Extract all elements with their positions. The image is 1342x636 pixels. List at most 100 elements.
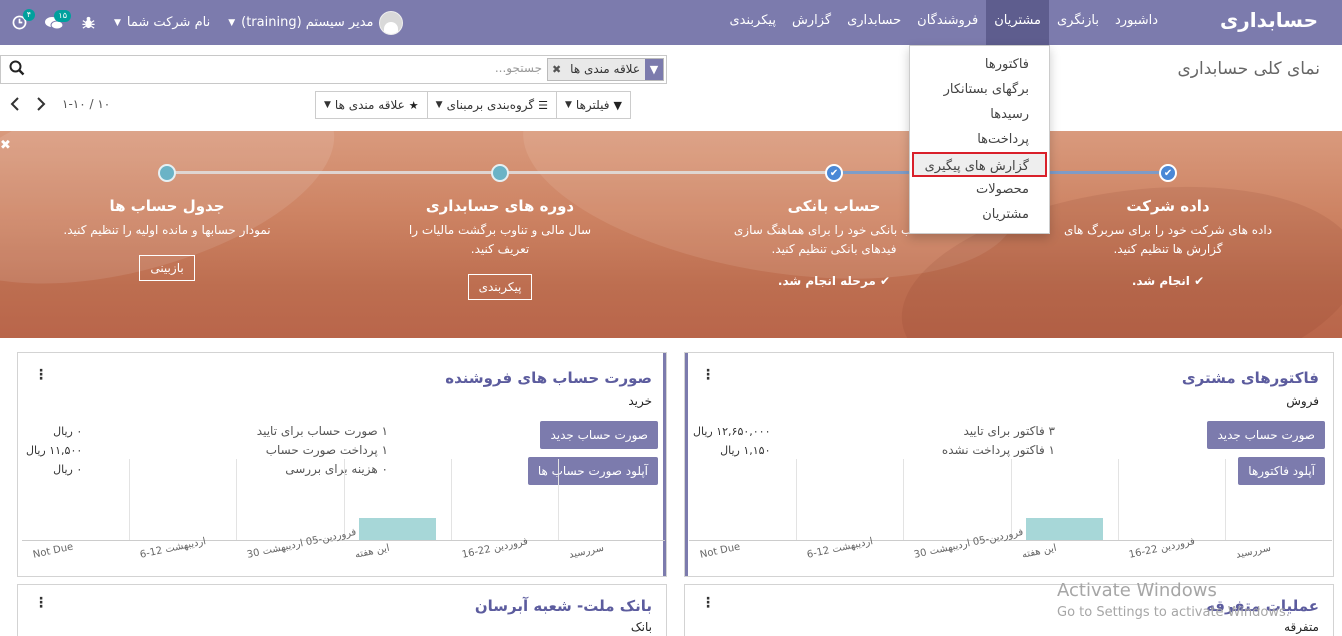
step-done-label: ✔ انجام شد. [1131,274,1205,288]
app-title[interactable]: حسابداری [1220,8,1318,32]
step-title: داده شرکت [1126,197,1210,215]
chart-gridline [558,459,559,540]
close-icon[interactable]: ✖ [0,138,11,153]
chart-bar[interactable] [1026,518,1103,540]
pager-value[interactable]: ۱-۱۰ / ۱۰ [62,97,110,111]
step-dot [158,164,176,182]
step-title: جدول حساب ها [109,197,225,215]
close-icon[interactable]: ✖ [548,59,565,80]
chart-tick-label: سررسید [568,542,605,561]
chart-tick-label: این هفته [354,542,391,561]
chart-tick-label: 16-22 فروردین [461,536,529,561]
step-description: نمودار حسابها و مانده اولیه را تنظیم کنی… [63,223,271,237]
kebab-menu-icon[interactable]: ⋮ [34,595,48,611]
chevron-down-icon: ▼ [228,17,236,28]
company-name: نام شرکت شما [126,15,211,30]
step-chart-of-accounts: جدول حساب ها نمودار حسابها و مانده اولیه… [62,197,272,281]
search-icon[interactable] [7,60,25,78]
card-stats: ۳ فاکتور برای تایید ۱ فاکتور پرداخت نشده [942,422,1055,460]
menu-reporting[interactable]: گزارش [784,0,839,45]
kebab-menu-icon[interactable]: ⋮ [701,367,715,383]
menu-configuration[interactable]: پیکربندی [722,0,784,45]
kebab-menu-icon[interactable]: ⋮ [701,595,715,611]
systray: مدیر سیستم (training) ▼ نام شرکت شما ▼ ۱… [12,0,404,45]
card-subtitle: خرید [628,394,652,408]
journal-card-customer-invoices: فاکتورهای مشتری فروش ⋮ صورت حساب جدید آپ… [684,352,1334,577]
prev-page-icon[interactable] [10,97,22,111]
dropdown-item-followup-reports[interactable]: گزارش های پیگیری [912,152,1047,177]
stat-link[interactable]: ۱ صورت حساب برای تایید [257,422,388,441]
chart-tick-label: 30 فروردین-05 اردیبهشت [913,526,1025,561]
dropdown-item-credit-notes[interactable]: برگهای بستانکار [910,77,1049,102]
groupby-label: گروه‌بندی برمبنای [446,98,535,112]
step-company-data: داده شرکت داده های شرکت خود را برای سربر… [1063,197,1273,288]
user-menu[interactable]: مدیر سیستم (training) ▼ [228,10,404,35]
journal-card-bank: بانک ملت- شعبه آبرسان بانک ⋮ [17,584,667,636]
chart-tick-label: Not Due [699,541,742,561]
dropdown-item-payments[interactable]: پرداخت‌ها [910,127,1049,152]
search-bar[interactable]: ▼ علاقه مندی ها ✖ جستجو... [0,55,667,84]
chart-tick-label: Not Due [32,541,75,561]
main-menu: داشبورد بازنگری مشتریان فروشندگان حسابدا… [722,0,1167,45]
dropdown-item-receipts[interactable]: رسیدها [910,102,1049,127]
avatar [379,10,404,35]
watermark-line2: Go to Settings to activate Windows. [1057,605,1290,620]
chevron-down-icon: ▼ [565,100,572,110]
groupby-button[interactable]: ☰ گروه‌بندی برمبنای ▼ [426,91,557,119]
chart-gridline [903,459,904,540]
amount-value: ۱۱,۵۰۰ ریال [26,444,83,457]
new-bill-button[interactable]: صورت حساب جدید [540,421,658,449]
search-options: ▼ فیلترها ▼ ☰ گروه‌بندی برمبنای ▼ ★ علاقه مند… [315,91,631,119]
favorites-label: علاقه مندی ها [334,98,405,112]
search-input[interactable]: جستجو... [495,61,542,75]
step-done-check-icon: ✔ [1159,164,1177,182]
chat-icon[interactable]: ۱۵ [45,9,71,30]
dropdown-item-customers[interactable]: مشتریان [910,202,1049,227]
chart-bar[interactable] [359,518,436,540]
journal-card-vendor-bills: صورت حساب های فروشنده خرید ⋮ صورت حساب ج… [17,352,667,577]
messages-badge: ۱۵ [54,9,71,22]
windows-activation-watermark: Activate Windows Go to Settings to activ… [1057,580,1290,620]
progress-track [500,171,834,174]
chart-tick-label: 16-22 فروردین [1128,536,1196,561]
chart-gridline [1118,459,1119,540]
watermark-line1: Activate Windows [1057,580,1217,601]
filter-icon: ▼ [645,59,663,80]
company-switcher[interactable]: نام شرکت شما ▼ [114,15,210,30]
menu-vendors[interactable]: فروشندگان [909,0,986,45]
filters-button[interactable]: ▼ فیلترها ▼ [556,91,631,119]
kebab-menu-icon[interactable]: ⋮ [34,367,48,383]
favorites-button[interactable]: ★ علاقه مندی ها ▼ [315,91,428,119]
step-description: سال مالی و تناوب برگشت مالیات را تعریف ک… [408,223,592,256]
menu-accounting[interactable]: حسابداری [839,0,909,45]
bug-icon[interactable] [81,15,96,30]
configure-button[interactable]: پیکربندی [467,274,533,300]
stat-link[interactable]: ۱ فاکتور پرداخت نشده [942,441,1055,460]
search-facet: ▼ علاقه مندی ها ✖ [546,58,664,81]
menu-review[interactable]: بازنگری [1049,0,1107,45]
chart-gridline [796,459,797,540]
card-title[interactable]: بانک ملت- شعبه آبرسان [475,597,652,615]
step-title: حساب بانکی [787,197,881,215]
card-amounts: ۱۲,۶۵۰,۰۰۰ ریال ۱,۱۵۰ ریال [693,422,770,460]
dropdown-item-invoices[interactable]: فاکتورها [910,52,1049,77]
customers-dropdown-menu: فاکتورها برگهای بستانکار رسیدها پرداخت‌ه… [909,45,1050,234]
menu-customers[interactable]: مشتریان [986,0,1049,45]
filter-icon: ▼ [613,98,622,112]
stat-link[interactable]: ۳ فاکتور برای تایید [942,422,1055,441]
amount-value: ۰ ریال [53,425,83,438]
card-subtitle: بانک [630,620,652,634]
step-fiscal-periods: دوره های حسابداری سال مالی و تناوب برگشت… [395,197,605,300]
chart-tick-label: این هفته [1021,542,1058,561]
menu-dashboard[interactable]: داشبورد [1107,0,1166,45]
next-page-icon[interactable] [36,97,48,111]
review-button[interactable]: بازبینی [139,255,195,281]
chevron-down-icon: ▼ [435,100,443,110]
stat-link[interactable]: ۱ پرداخت صورت حساب [257,441,388,460]
new-invoice-button[interactable]: صورت حساب جدید [1207,421,1325,449]
card-title[interactable]: صورت حساب های فروشنده [445,369,652,387]
card-title[interactable]: فاکتورهای مشتری [1182,369,1319,387]
clock-icon[interactable]: ۴ [12,9,35,30]
dropdown-item-products[interactable]: محصولات [910,177,1049,202]
step-description: حساب بانکی خود را برای هماهنگ سازی فیدها… [733,223,935,256]
